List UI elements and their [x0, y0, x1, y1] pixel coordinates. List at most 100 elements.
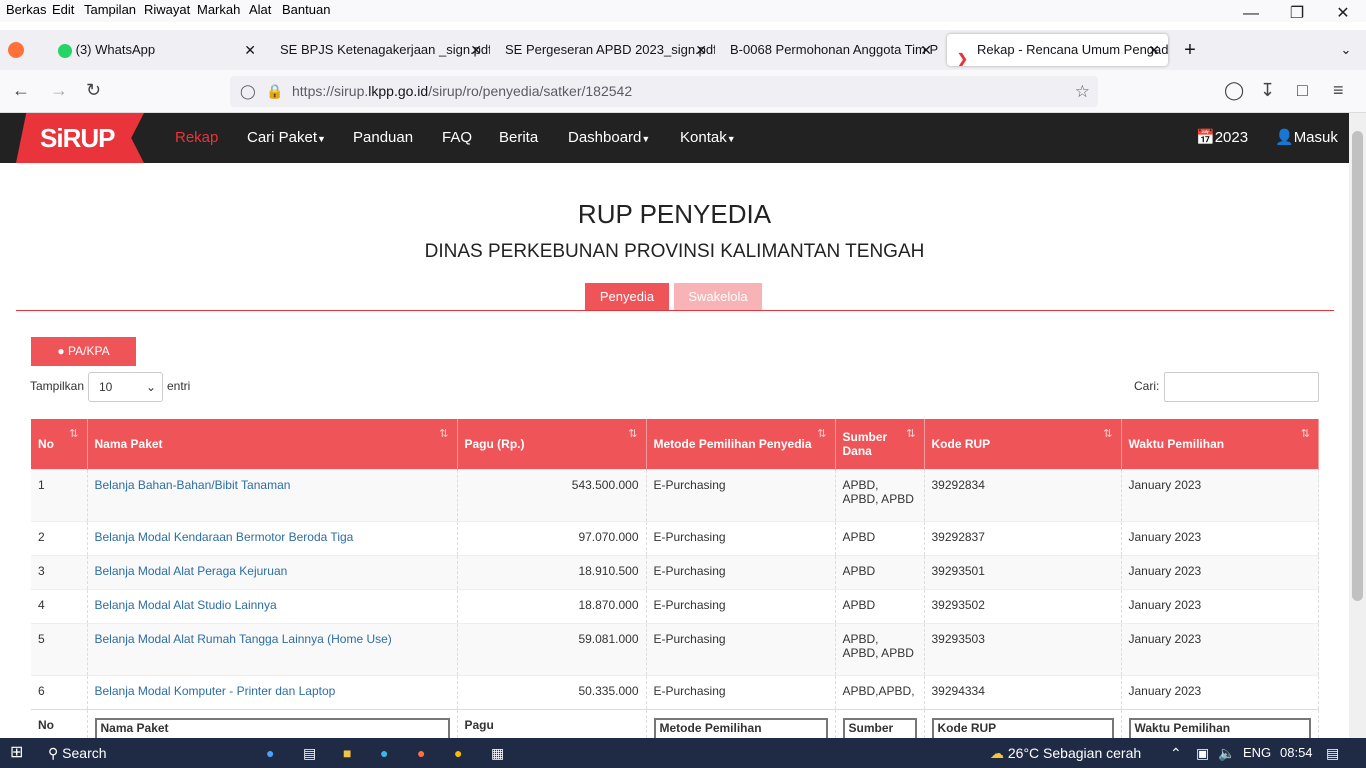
tab-pdf-apbd[interactable]: SE Pergeseran APBD 2023_sign.pdf ✕	[497, 34, 715, 66]
task-view-icon[interactable]: ▤	[303, 738, 316, 768]
page-scrollbar[interactable]	[1349, 113, 1366, 738]
tab-label: Rekap - Rencana Umum Pengad	[977, 42, 1168, 57]
back-icon[interactable]: ←	[12, 80, 30, 101]
package-link[interactable]: Belanja Bahan-Bahan/Bibit Tanaman	[95, 478, 291, 492]
th-kode-rup[interactable]: Kode RUP ⇅	[924, 419, 1122, 469]
chrome-icon[interactable]: ●	[454, 738, 462, 768]
volume-icon[interactable]: 🔈	[1218, 738, 1235, 768]
entries-select[interactable]: 10 ⌄	[88, 372, 163, 402]
reload-icon[interactable]: ↻	[86, 80, 101, 101]
cell-sumber: APBD,APBD,	[835, 674, 925, 709]
pocket-icon[interactable]: ◯	[1224, 80, 1244, 101]
edge-icon[interactable]: ●	[380, 738, 388, 768]
menu-hamburger-icon[interactable]: ≡	[1333, 80, 1344, 101]
nav-login[interactable]: 👤Masuk	[1275, 113, 1338, 163]
extensions-icon[interactable]: □	[1297, 80, 1308, 101]
menu-berkas[interactable]: Berkas	[6, 2, 46, 17]
minimize-icon[interactable]: —	[1228, 0, 1274, 28]
url-bar[interactable]: ◯ 🔒 https://sirup.lkpp.go.id/sirup/ro/pe…	[230, 76, 1098, 107]
cell-no: 6	[31, 674, 88, 709]
close-tab-icon[interactable]: ✕	[1148, 34, 1160, 66]
tab-rekap[interactable]: ❯ Rekap - Rencana Umum Pengad ✕	[947, 34, 1168, 66]
package-link[interactable]: Belanja Modal Alat Rumah Tangga Lainnya …	[95, 632, 392, 646]
filter-nama-input[interactable]: Nama Paket	[94, 717, 450, 738]
package-link[interactable]: Belanja Modal Komputer - Printer dan Lap…	[95, 684, 336, 698]
new-tab-icon[interactable]: +	[1178, 34, 1202, 66]
caret-down-icon: ▼	[317, 134, 326, 144]
tab-penyedia[interactable]: Penyedia	[585, 283, 669, 311]
tab-permohonan[interactable]: B-0068 Permohonan Anggota Tim P ✕	[722, 34, 940, 66]
tab-swakelola[interactable]: Swakelola	[674, 283, 762, 311]
cell-pagu: 18.910.500	[457, 554, 647, 589]
restore-icon[interactable]: ❐	[1274, 0, 1320, 28]
package-link[interactable]: Belanja Modal Alat Peraga Kejuruan	[95, 564, 288, 578]
nav-dashboard[interactable]: Dashboard▼	[568, 113, 650, 163]
taskbar-search[interactable]: ⚲ Search	[48, 738, 107, 768]
windows-start-icon[interactable]: ⊞	[10, 738, 23, 768]
menu-alat[interactable]: Alat	[249, 2, 271, 17]
th-metode[interactable]: Metode Pemilihan Penyedia ⇅	[646, 419, 836, 469]
th-sumber-dana[interactable]: Sumber Dana ⇅	[835, 419, 925, 469]
nav-kontak[interactable]: Kontak▼	[680, 113, 736, 163]
firefox-taskbar-icon[interactable]: ●	[417, 738, 425, 768]
sirup-logo[interactable]: SiRUP	[16, 113, 144, 163]
forward-icon[interactable]: →	[50, 80, 68, 101]
tray-chevron-icon[interactable]: ⌃	[1170, 738, 1182, 768]
close-tab-icon[interactable]: ✕	[470, 34, 482, 66]
filter-waktu-input[interactable]: Waktu Pemilihan	[1128, 717, 1311, 738]
table-row: 1 Belanja Bahan-Bahan/Bibit Tanaman 543.…	[31, 468, 1319, 521]
lock-icon: 🔒	[266, 83, 284, 99]
bing-icon[interactable]: ●	[266, 738, 274, 768]
sort-icon: ⇅	[817, 428, 827, 440]
filter-sumber-select[interactable]: Sumber	[842, 717, 917, 738]
nav-year[interactable]: 📅2023	[1196, 113, 1248, 163]
close-tab-icon[interactable]: ✕	[920, 34, 932, 66]
language-indicator[interactable]: ENG	[1243, 738, 1271, 768]
bookmark-star-icon[interactable]: ☆	[1075, 76, 1090, 107]
close-tab-icon[interactable]: ✕	[695, 34, 707, 66]
filter-kode-input[interactable]: Kode RUP	[931, 717, 1114, 738]
search-input[interactable]	[1164, 372, 1319, 402]
nav-panduan[interactable]: Panduan	[353, 113, 413, 163]
close-tab-icon[interactable]: ✕	[244, 34, 256, 66]
list-tabs-icon[interactable]: ⌄	[1334, 34, 1358, 66]
cell-nama: Belanja Modal Komputer - Printer dan Lap…	[87, 674, 458, 709]
firefox-view-icon[interactable]	[8, 34, 32, 66]
menu-tampilan[interactable]: Tampilan	[84, 2, 136, 17]
th-waktu[interactable]: Waktu Pemilihan ⇅	[1121, 419, 1319, 469]
th-pagu[interactable]: Pagu (Rp.) ⇅	[457, 419, 647, 469]
file-explorer-icon[interactable]: ■	[343, 738, 351, 768]
package-link[interactable]: Belanja Modal Alat Studio Lainnya	[95, 598, 277, 612]
nav-cari-paket[interactable]: Cari Paket▼	[247, 113, 326, 163]
weather-widget[interactable]: ☁ 26°C Sebagian cerah	[990, 738, 1141, 768]
cell-nama: Belanja Modal Alat Studio Lainnya	[87, 588, 458, 623]
menu-riwayat[interactable]: Riwayat	[144, 2, 190, 17]
nav-faq[interactable]: FAQ	[442, 113, 472, 163]
browser-menubar: Berkas Edit Tampilan Riwayat Markah Alat…	[0, 0, 1366, 22]
cell-metode: E-Purchasing	[646, 520, 836, 555]
cell-nama: Belanja Modal Alat Rumah Tangga Lainnya …	[87, 622, 458, 675]
tab-whatsapp[interactable]: (3) WhatsApp ✕	[50, 34, 264, 66]
tab-pdf-bpjs[interactable]: SE BPJS Ketenagakerjaan _sign.pdf ✕	[272, 34, 490, 66]
menu-markah[interactable]: Markah	[197, 2, 240, 17]
close-window-icon[interactable]: ✕	[1320, 0, 1366, 28]
scrollbar-thumb[interactable]	[1352, 131, 1363, 601]
notifications-icon[interactable]: ▤	[1326, 738, 1339, 768]
network-icon[interactable]: ▣	[1196, 738, 1209, 768]
search-icon: ⚲	[48, 745, 59, 761]
calculator-icon[interactable]: ▦	[491, 738, 504, 768]
cell-kode: 39294334	[924, 674, 1122, 709]
th-nama-paket[interactable]: Nama Paket ⇅	[87, 419, 458, 469]
filter-metode-input[interactable]: Metode Pemilihan	[653, 717, 828, 738]
package-link[interactable]: Belanja Modal Kendaraan Bermotor Beroda …	[95, 530, 354, 544]
windows-taskbar: ⊞ ⚲ Search ● ▤ ■ ● ● ● ▦ ☁ 26°C Sebagian…	[0, 738, 1366, 768]
th-no[interactable]: No ⇅	[31, 419, 88, 469]
downloads-icon[interactable]: ↧	[1260, 80, 1275, 101]
nav-rekap[interactable]: Rekap	[175, 113, 218, 163]
menu-bantuan[interactable]: Bantuan	[282, 2, 330, 17]
menu-edit[interactable]: Edit	[52, 2, 74, 17]
sort-icon: ⇅	[1103, 428, 1113, 440]
nav-berita[interactable]: Berita	[499, 113, 538, 163]
pa-kpa-button[interactable]: ● PA/KPA	[31, 337, 136, 366]
clock[interactable]: 08:54	[1280, 738, 1313, 768]
